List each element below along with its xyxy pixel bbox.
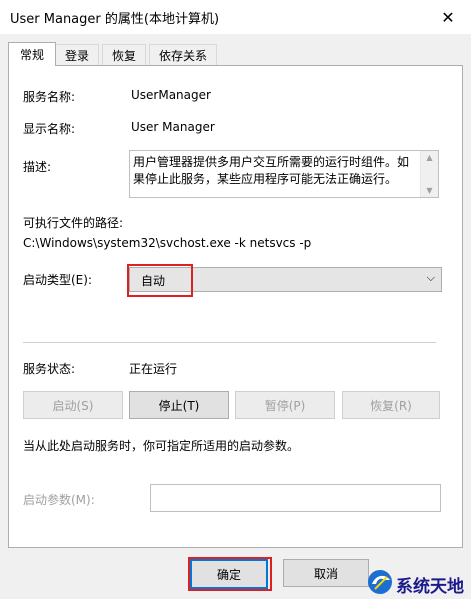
start-button[interactable]: 启动(S): [23, 391, 123, 419]
cancel-button[interactable]: 取消: [283, 559, 369, 587]
logo-icon: [368, 570, 392, 594]
exe-path-label: 可执行文件的路径:: [23, 216, 124, 230]
startup-type-label: 启动类型(E):: [23, 273, 92, 287]
display-name-label: 显示名称:: [23, 122, 76, 136]
highlight-annotation: [127, 264, 193, 297]
exe-path-value: C:\Windows\system32\svchost.exe -k netsv…: [23, 236, 312, 250]
window-title: User Manager 的属性(本地计算机): [10, 12, 220, 27]
general-panel: 服务名称: UserManager 显示名称: User Manager 描述:…: [8, 65, 463, 548]
start-params-label: 启动参数(M):: [23, 493, 95, 507]
watermark-text: 系统天地: [396, 577, 464, 597]
tab-logon[interactable]: 登录: [55, 44, 99, 65]
tab-general[interactable]: 常规: [8, 42, 56, 66]
tab-recovery[interactable]: 恢复: [102, 44, 146, 65]
stop-button[interactable]: 停止(T): [129, 391, 229, 419]
display-name-value: User Manager: [131, 120, 215, 134]
close-icon[interactable]: ✕: [425, 0, 471, 34]
status-value: 正在运行: [129, 362, 178, 376]
status-label: 服务状态:: [23, 362, 76, 376]
description-scrollbar[interactable]: ▲ ▼: [420, 151, 438, 197]
start-params-hint: 当从此处启动服务时，你可指定所适用的启动参数。: [23, 439, 300, 453]
title-bar: User Manager 的属性(本地计算机) ✕: [0, 0, 471, 34]
divider: [23, 342, 436, 343]
ok-highlight-annotation: [188, 557, 272, 591]
watermark-logo: 系统天地: [366, 566, 471, 599]
scroll-down-icon[interactable]: ▼: [421, 186, 438, 195]
description-label: 描述:: [23, 160, 52, 174]
chevron-down-icon: ⌵: [426, 271, 435, 284]
description-field[interactable]: 用户管理器提供多用户交互所需要的运行时组件。如果停止此服务，某些应用程序可能无法…: [129, 150, 439, 198]
service-name-value: UserManager: [131, 88, 211, 102]
description-text: 用户管理器提供多用户交互所需要的运行时组件。如果停止此服务，某些应用程序可能无法…: [133, 155, 410, 186]
resume-button[interactable]: 恢复(R): [342, 391, 440, 419]
service-name-label: 服务名称:: [23, 90, 76, 104]
pause-button[interactable]: 暂停(P): [235, 391, 335, 419]
scroll-up-icon[interactable]: ▲: [421, 153, 438, 162]
tab-dependencies[interactable]: 依存关系: [149, 44, 217, 65]
start-params-input[interactable]: [150, 484, 441, 512]
